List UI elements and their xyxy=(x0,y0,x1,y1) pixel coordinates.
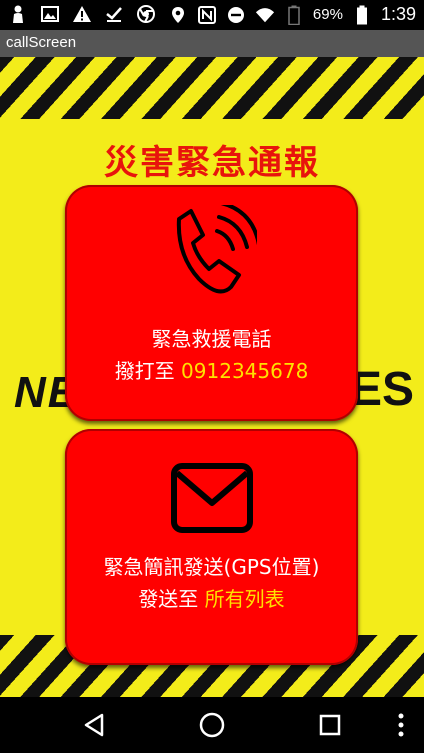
chrome-icon xyxy=(136,4,156,24)
image-icon xyxy=(40,4,60,24)
battery-outline-icon xyxy=(284,5,304,25)
nfc-icon xyxy=(197,5,217,25)
emergency-call-button[interactable]: 緊急救援電話 撥打至 0912345678 xyxy=(65,185,358,421)
page-title: 災害緊急通報 xyxy=(104,143,320,183)
wifi-icon xyxy=(255,5,275,25)
hazard-stripes-top xyxy=(0,57,424,119)
battery-percent: 69% xyxy=(312,6,343,23)
clock: 1:39 xyxy=(380,4,416,24)
back-icon[interactable] xyxy=(78,709,110,741)
phone-ringing-icon xyxy=(65,205,358,305)
envelope-icon xyxy=(65,461,358,537)
notification-icons xyxy=(8,4,156,24)
sms-target-line: 發送至 所有列表 xyxy=(65,583,358,612)
status-bar: 69% 1:39 xyxy=(0,0,424,30)
location-icon xyxy=(168,5,188,25)
app-title: callScreen xyxy=(6,34,77,51)
system-icons: 69% 1:39 xyxy=(168,4,416,25)
download-done-icon xyxy=(104,4,124,24)
recents-icon[interactable] xyxy=(314,709,346,741)
call-target-prefix: 撥打至 xyxy=(114,359,175,383)
main-content: NE ES 災害緊急通報 緊急救援電話 撥打至 0912345678 緊急簡訊發… xyxy=(0,57,424,697)
emergency-sms-button[interactable]: 緊急簡訊發送(GPS位置) 發送至 所有列表 xyxy=(65,429,358,665)
sms-label: 緊急簡訊發送(GPS位置) xyxy=(103,555,320,579)
app-bar: callScreen xyxy=(0,30,424,57)
home-icon[interactable] xyxy=(196,709,228,741)
warning-icon xyxy=(72,4,92,24)
do-not-disturb-icon xyxy=(226,5,246,25)
phone-number: 0912345678 xyxy=(181,359,309,383)
call-target-line: 撥打至 0912345678 xyxy=(65,355,358,384)
navigation-bar xyxy=(0,697,424,753)
menu-icon[interactable] xyxy=(385,709,417,741)
sms-recipients: 所有列表 xyxy=(204,587,285,611)
battery-icon xyxy=(352,5,372,25)
call-label: 緊急救援電話 xyxy=(151,327,272,351)
sms-target-prefix: 發送至 xyxy=(138,587,199,611)
person-icon xyxy=(8,4,28,24)
background-logo-right: ES xyxy=(350,363,415,416)
